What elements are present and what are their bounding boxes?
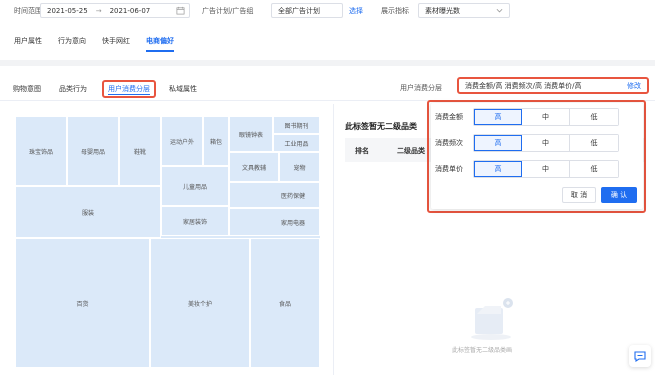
ad-plan-value: 全部广告计划: [278, 6, 320, 15]
amount-label: 消费金额: [435, 113, 463, 121]
metric-value: 素材曝光数: [425, 6, 460, 15]
subtab-category-behavior[interactable]: 品类行为: [56, 81, 90, 97]
empty-state-text: 此标签暂无二级品类画: [452, 347, 513, 354]
main-tabs: 用户属性 行为意向 快手网红 电商偏好: [14, 36, 190, 52]
tab-behavior-intent[interactable]: 行为意向: [58, 36, 86, 52]
col-rank: 排名: [355, 147, 369, 155]
treemap-cell[interactable]: 儿童用品: [161, 166, 229, 206]
treemap-cell[interactable]: 美妆个护: [150, 238, 250, 368]
frequency-mid[interactable]: 中: [522, 135, 570, 151]
treemap-cell[interactable]: 文具教辅: [229, 152, 279, 182]
treemap-cell[interactable]: 箱包: [203, 116, 229, 166]
unit-price-mid[interactable]: 中: [522, 161, 570, 177]
amount-mid[interactable]: 中: [522, 109, 570, 125]
ad-plan-label: 广告计划/广告组: [202, 7, 254, 15]
frequency-low[interactable]: 低: [570, 135, 618, 151]
consumer-level-label: 用户消费分层: [400, 84, 442, 92]
treemap-cell[interactable]: 医药保健: [229, 182, 320, 208]
subtab-consumer-level[interactable]: 用户消费分层: [102, 80, 156, 98]
select-ad-plan-button[interactable]: 选择: [349, 6, 363, 16]
treemap-cell[interactable]: 图书期刊: [273, 116, 320, 134]
empty-state-icon: [471, 298, 513, 340]
time-range-label: 时间范围: [14, 7, 42, 15]
ad-plan-select[interactable]: 全部广告计划: [271, 3, 343, 18]
treemap-cell[interactable]: 母婴用品: [67, 116, 119, 186]
tab-kuaishou-influencers[interactable]: 快手网红: [102, 36, 130, 52]
subtab-consumer-level-label: 用户消费分层: [108, 85, 150, 95]
frequency-high[interactable]: 高: [474, 135, 522, 151]
treemap-cell[interactable]: 服装: [15, 186, 161, 238]
col-category: 二级品类: [397, 147, 425, 155]
date-end: 2021-06-07: [109, 6, 151, 15]
date-range-picker[interactable]: 2021-05-25 → 2021-06-07: [40, 3, 190, 18]
edit-button[interactable]: 修改: [627, 81, 641, 91]
popup-row-amount: 消费金额 高 中 低: [435, 108, 619, 126]
treemap-cell[interactable]: 鞋靴: [119, 116, 161, 186]
treemap-cell[interactable]: 家用电器: [229, 208, 320, 236]
subtab-private-domain[interactable]: 私域属性: [166, 81, 200, 97]
treemap-cell[interactable]: 家居装饰: [161, 206, 229, 236]
popup-row-frequency: 消费频次 高 中 低: [435, 134, 619, 152]
divider: [333, 104, 334, 375]
amount-high[interactable]: 高: [474, 109, 522, 125]
unit-price-label: 消费单价: [435, 165, 463, 173]
sub-tabs: 购物意图 品类行为 用户消费分层 私域属性: [10, 80, 212, 98]
metric-label: 展示指标: [381, 7, 409, 15]
unit-price-high[interactable]: 高: [474, 161, 522, 177]
chat-button[interactable]: [629, 345, 651, 367]
unit-price-segmented: 高 中 低: [473, 160, 619, 178]
frequency-segmented: 高 中 低: [473, 134, 619, 152]
tab-user-attributes[interactable]: 用户属性: [14, 36, 42, 52]
treemap-cell[interactable]: 宠物: [279, 152, 320, 182]
content-panel: 购物意图 品类行为 用户消费分层 私域属性 用户消费分层 消费金额/高 消费频次…: [0, 66, 655, 375]
treemap-cell[interactable]: 珠宝饰品: [15, 116, 67, 186]
cancel-button[interactable]: 取 消: [562, 187, 596, 203]
tab-ecommerce-preference[interactable]: 电商偏好: [146, 36, 174, 52]
treemap-cell[interactable]: 食品: [250, 238, 320, 368]
treemap-cell[interactable]: 百货: [15, 238, 150, 368]
chevron-down-icon: [496, 8, 503, 13]
metric-select[interactable]: 素材曝光数: [418, 3, 510, 18]
right-panel-title: 此标签暂无二级品类: [345, 122, 417, 131]
calendar-icon: [176, 6, 185, 15]
date-separator: →: [95, 6, 102, 15]
filter-bar: 时间范围 2021-05-25 → 2021-06-07 广告计划/广告组 全部…: [0, 0, 655, 60]
subtab-shopping-intent[interactable]: 购物意图: [10, 81, 44, 97]
consumer-level-summary[interactable]: 消费金额/高 消费频次/高 消费单价/高 修改: [457, 77, 649, 94]
confirm-button[interactable]: 确 认: [601, 187, 637, 203]
treemap-cell[interactable]: 运动户外: [161, 116, 203, 166]
date-start: 2021-05-25: [47, 6, 88, 15]
amount-segmented: 高 中 低: [473, 108, 619, 126]
amount-low[interactable]: 低: [570, 109, 618, 125]
unit-price-low[interactable]: 低: [570, 161, 618, 177]
consumer-level-popup: 消费金额 高 中 低 消费频次 高 中 低 消费单价 高 中 低 取 消 确 认: [431, 103, 643, 209]
treemap-cell[interactable]: 眼镜钟表: [229, 116, 273, 152]
treemap-cell[interactable]: 工业用品: [273, 134, 320, 152]
popup-row-unit-price: 消费单价 高 中 低: [435, 160, 619, 178]
frequency-label: 消费频次: [435, 139, 463, 147]
chat-icon: [634, 350, 646, 362]
consumer-level-summary-text: 消费金额/高 消费频次/高 消费单价/高: [465, 81, 582, 90]
category-treemap: 珠宝饰品 母婴用品 鞋靴 运动户外 箱包 眼镜钟表 图书期刊 工业用品 文具教辅…: [15, 116, 320, 368]
